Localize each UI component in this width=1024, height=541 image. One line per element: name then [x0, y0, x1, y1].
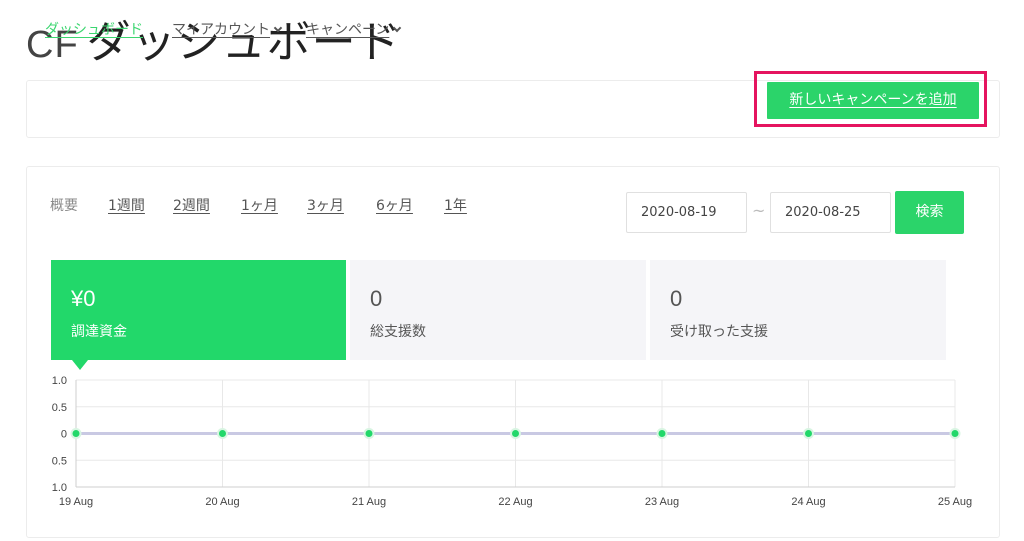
data-point — [72, 430, 80, 437]
x-tick-label: 25 Aug — [938, 496, 972, 508]
chart-y-axis: 1.0 0.5 0 0.5 1.0 — [52, 375, 67, 494]
data-point — [951, 430, 959, 437]
x-tick-label: 24 Aug — [791, 496, 825, 508]
x-tick-label: 19 Aug — [59, 496, 93, 508]
x-tick-label: 22 Aug — [498, 496, 532, 508]
data-point — [658, 430, 666, 437]
data-point — [512, 430, 519, 437]
y-tick-label: 0 — [61, 429, 67, 441]
line-chart: 1.0 0.5 0 0.5 1.0 19 Aug 20 Aug 21 Aug 22 Aug 23… — [52, 375, 972, 508]
y-tick-label: 0.5 — [52, 455, 67, 467]
y-tick-label: 1.0 — [52, 375, 67, 387]
data-point — [805, 430, 812, 437]
y-tick-label: 1.0 — [52, 482, 67, 494]
data-point — [365, 430, 373, 437]
y-tick-label: 0.5 — [52, 402, 67, 414]
x-tick-label: 23 Aug — [645, 496, 679, 508]
x-tick-label: 21 Aug — [352, 496, 386, 508]
chart-series — [70, 428, 961, 439]
chart-x-axis: 19 Aug 20 Aug 21 Aug 22 Aug 23 Aug 24 Aug 25 A… — [59, 496, 972, 508]
data-point — [219, 430, 226, 437]
x-tick-label: 20 Aug — [205, 496, 239, 508]
